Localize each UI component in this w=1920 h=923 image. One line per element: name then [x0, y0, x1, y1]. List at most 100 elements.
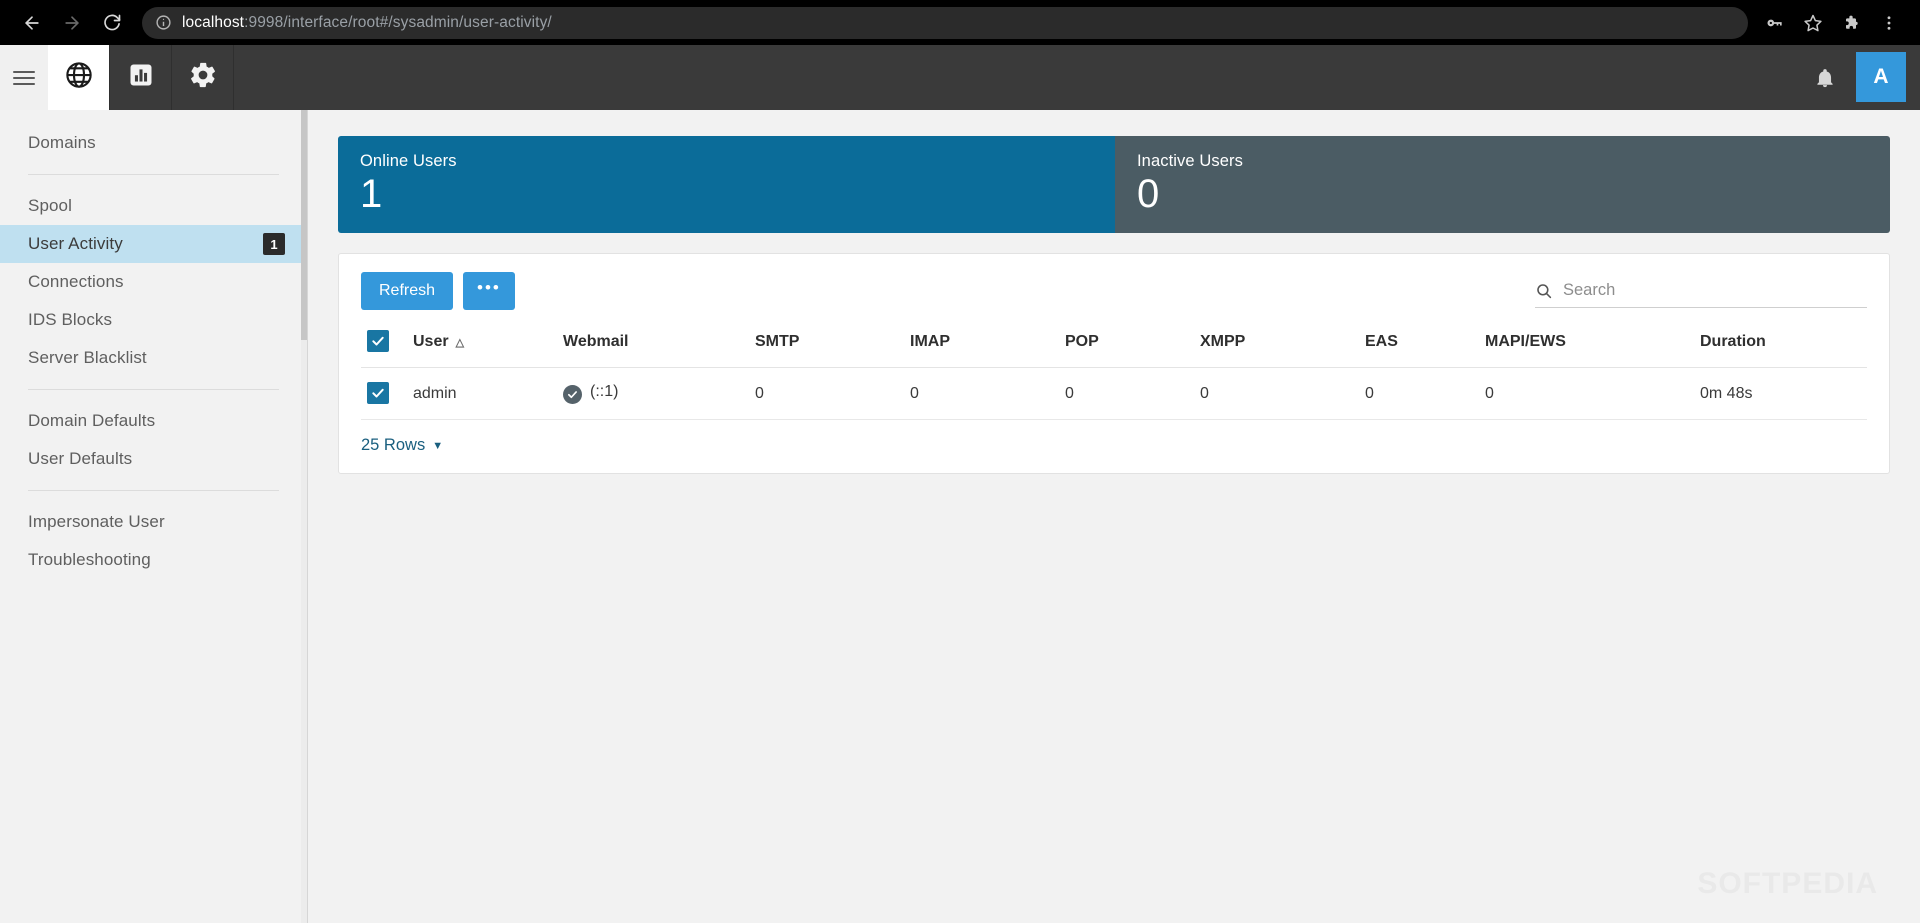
search-input[interactable]	[1563, 274, 1867, 307]
sidebar-item-server-blacklist[interactable]: Server Blacklist	[0, 339, 307, 377]
sidebar-divider	[28, 174, 279, 175]
stat-card-label: Online Users	[360, 152, 457, 170]
main-content: Online Users 1 Inactive Users 0 Refresh •••…	[308, 110, 1920, 923]
url-path: :9998/interface/root#/sysadmin/user-acti…	[244, 13, 552, 31]
refresh-button[interactable]: Refresh	[361, 272, 454, 310]
column-header-webmail[interactable]: Webmail	[557, 326, 749, 368]
sidebar-item-label: Server Blacklist	[28, 348, 147, 367]
reports-tab[interactable]	[110, 45, 172, 110]
header-spacer	[234, 45, 1796, 110]
column-header-xmpp[interactable]: XMPP	[1194, 326, 1359, 368]
column-header-label: IMAP	[910, 332, 950, 350]
back-arrow-icon[interactable]	[12, 3, 52, 43]
sort-ascending-icon: △	[455, 336, 465, 349]
column-header-label: SMTP	[755, 332, 800, 350]
column-header-user[interactable]: User △	[407, 326, 557, 368]
select-all-checkbox[interactable]	[367, 330, 389, 352]
sidebar-item-label: User Activity	[28, 234, 123, 253]
column-header-label: POP	[1065, 332, 1099, 350]
sidebar-item-ids-blocks[interactable]: IDS Blocks	[0, 301, 307, 339]
sidebar-item-label: IDS Blocks	[28, 310, 113, 329]
sidebar-item-domains[interactable]: Domains	[0, 124, 307, 162]
column-header-duration[interactable]: Duration	[1694, 326, 1867, 368]
address-bar[interactable]: localhost:9998/interface/root#/sysadmin/…	[142, 6, 1748, 39]
user-avatar[interactable]: A	[1856, 52, 1906, 102]
password-key-icon[interactable]	[1756, 4, 1794, 42]
column-header-label: User	[413, 332, 449, 350]
sidebar-item-label: Domain Defaults	[28, 411, 156, 430]
cell-webmail-address: (::1)	[590, 383, 619, 400]
toolbar-buttons: Refresh •••	[361, 272, 515, 310]
sidebar-divider	[28, 490, 279, 491]
cell-webmail: (::1)	[557, 367, 749, 420]
table-header-row: User △ Webmail SMTP IMAP POP XMPP EAS MAPI/EWS Du…	[361, 326, 1867, 368]
bookmark-star-icon[interactable]	[1794, 4, 1832, 42]
column-header-label: Webmail	[563, 332, 629, 350]
user-activity-table: User △ Webmail SMTP IMAP POP XMPP EAS MAPI/EWS Du…	[361, 326, 1867, 420]
cell-xmpp: 0	[1194, 367, 1359, 420]
sidebar-item-badge: 1	[263, 233, 285, 255]
row-select-cell	[361, 367, 407, 420]
sidebar-item-user-activity[interactable]: User Activity 1	[0, 225, 307, 263]
column-header-label: EAS	[1365, 332, 1398, 350]
sidebar-item-label: User Defaults	[28, 449, 133, 468]
reload-icon[interactable]	[92, 3, 132, 43]
more-actions-button[interactable]: •••	[463, 272, 515, 310]
sidebar-item-domain-defaults[interactable]: Domain Defaults	[0, 402, 307, 440]
column-header-label: MAPI/EWS	[1485, 332, 1566, 350]
sidebar-scrollbar-thumb[interactable]	[301, 110, 307, 340]
forward-arrow-icon[interactable]	[52, 3, 92, 43]
column-header-check[interactable]	[361, 326, 407, 368]
stat-card-online-users[interactable]: Online Users 1	[338, 136, 1113, 233]
domains-tab[interactable]	[48, 45, 110, 110]
column-header-eas[interactable]: EAS	[1359, 326, 1479, 368]
settings-tab[interactable]	[172, 45, 234, 110]
gear-icon	[188, 60, 218, 95]
cell-mapi: 0	[1479, 367, 1694, 420]
sidebar-item-connections[interactable]: Connections	[0, 263, 307, 301]
cell-duration: 0m 48s	[1694, 367, 1867, 420]
header-right-actions: A	[1796, 45, 1920, 110]
app-header: A	[0, 45, 1920, 110]
sidebar-item-user-defaults[interactable]: User Defaults	[0, 440, 307, 478]
sidebar-divider	[28, 389, 279, 390]
url-host: localhost	[182, 13, 245, 31]
cell-eas: 0	[1359, 367, 1479, 420]
column-header-pop[interactable]: POP	[1059, 326, 1194, 368]
browser-action-icons	[1756, 4, 1908, 42]
table-header: User △ Webmail SMTP IMAP POP XMPP EAS MAPI/EWS Du…	[361, 326, 1867, 368]
sidebar-item-spool[interactable]: Spool	[0, 187, 307, 225]
cell-smtp: 0	[749, 367, 904, 420]
browser-toolbar: localhost:9998/interface/root#/sysadmin/…	[0, 0, 1920, 45]
cell-pop: 0	[1059, 367, 1194, 420]
bar-chart-icon	[127, 61, 155, 94]
site-info-icon[interactable]	[152, 12, 174, 34]
search-box[interactable]	[1535, 274, 1867, 308]
panel-toolbar: Refresh •••	[361, 272, 1867, 310]
column-header-label: Duration	[1700, 332, 1766, 350]
row-checkbox[interactable]	[367, 382, 389, 404]
stat-card-inactive-users[interactable]: Inactive Users 0	[1113, 136, 1890, 233]
column-header-smtp[interactable]: SMTP	[749, 326, 904, 368]
stat-card-value: 0	[1137, 172, 1160, 216]
hamburger-menu-icon[interactable]	[0, 45, 48, 110]
check-circle-icon	[563, 385, 582, 404]
sidebar-nav-list: Domains Spool User Activity 1 Connections IDS…	[0, 124, 307, 579]
sidebar-item-troubleshooting[interactable]: Troubleshooting	[0, 541, 307, 579]
chrome-menu-icon[interactable]	[1870, 4, 1908, 42]
column-header-mapi[interactable]: MAPI/EWS	[1479, 326, 1694, 368]
search-icon	[1535, 282, 1553, 300]
extensions-puzzle-icon[interactable]	[1832, 4, 1870, 42]
sidebar-scrollbar[interactable]	[301, 110, 307, 923]
rows-per-page-selector[interactable]: 25 Rows ▼	[361, 436, 443, 455]
table-row[interactable]: admin (::1) 0 0 0 0 0 0 0m 48s	[361, 367, 1867, 420]
sidebar-item-label: Spool	[28, 196, 72, 215]
globe-icon	[64, 60, 94, 95]
column-header-imap[interactable]: IMAP	[904, 326, 1059, 368]
sidebar-item-label: Troubleshooting	[28, 550, 151, 569]
sidebar-item-label: Connections	[28, 272, 124, 291]
sidebar-item-impersonate-user[interactable]: Impersonate User	[0, 503, 307, 541]
stat-card-label: Inactive Users	[1137, 152, 1243, 170]
user-activity-panel: Refresh ••• User △ Webmail SMTP IMAP POP XMPP E…	[338, 253, 1890, 474]
bell-icon[interactable]	[1796, 45, 1854, 110]
